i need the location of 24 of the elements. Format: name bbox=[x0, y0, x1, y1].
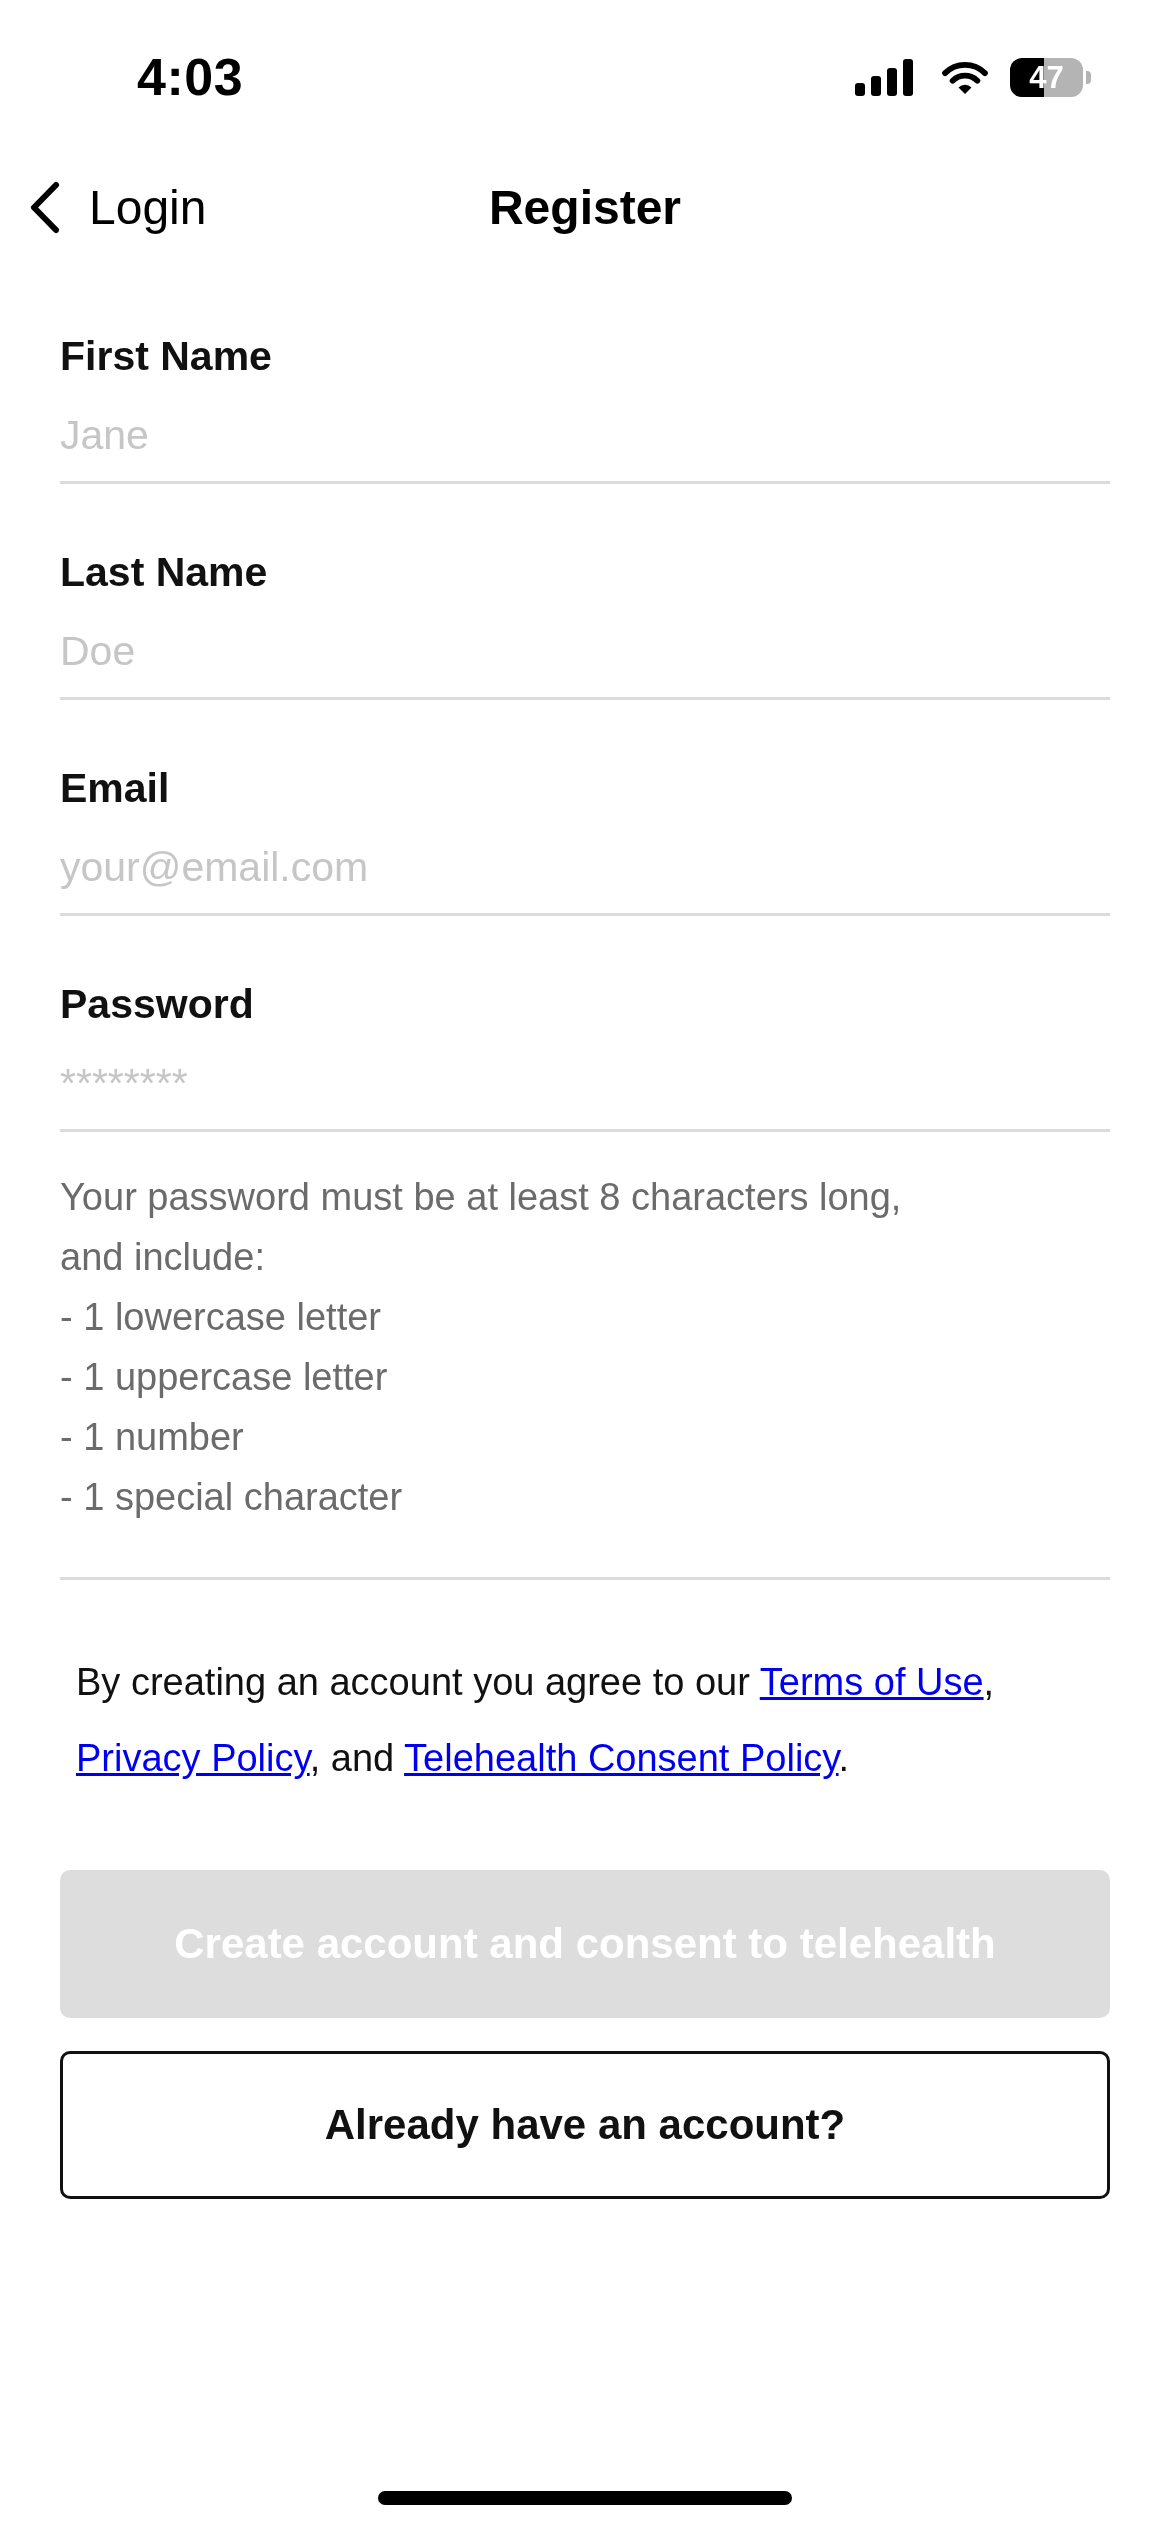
wifi-icon bbox=[941, 59, 989, 95]
requirement-text: - 1 number bbox=[60, 1415, 244, 1460]
field-label: Password bbox=[60, 980, 254, 1028]
status-time: 4:03 bbox=[137, 47, 244, 107]
consent-text: By creating an account you agree to our Terms of Use, Privacy Policy, and Telehealth Consent Policy. bbox=[76, 1660, 996, 1781]
field-label: Last Name bbox=[60, 548, 268, 596]
requirement-text: - 1 uppercase letter bbox=[60, 1355, 388, 1400]
field-label: Email bbox=[60, 764, 170, 812]
consent-link[interactable]: Privacy Policy bbox=[76, 1737, 310, 1779]
input-field[interactable]: Doe bbox=[60, 596, 1110, 700]
input-field[interactable]: ******** bbox=[60, 1028, 1110, 1132]
outline-button[interactable]: Already have an account? bbox=[60, 2051, 1110, 2199]
signal-icon bbox=[855, 58, 913, 96]
field-label: First Name bbox=[60, 332, 272, 380]
chevron-left-icon bbox=[29, 180, 61, 234]
input-field[interactable]: Jane bbox=[60, 380, 1110, 484]
password-hint-text: Your password must be at least 8 characters long, and include: bbox=[60, 1175, 903, 1280]
back-button[interactable]: Login bbox=[0, 179, 207, 235]
consent-link[interactable]: Telehealth Consent Policy bbox=[404, 1737, 839, 1779]
consent-link[interactable]: Terms of Use bbox=[759, 1661, 984, 1703]
requirement-text: - 1 lowercase letter bbox=[60, 1295, 381, 1340]
input-field[interactable]: your@email.com bbox=[60, 812, 1110, 916]
requirement-text: - 1 special character bbox=[60, 1475, 403, 1520]
screen-title: Register bbox=[488, 179, 682, 235]
